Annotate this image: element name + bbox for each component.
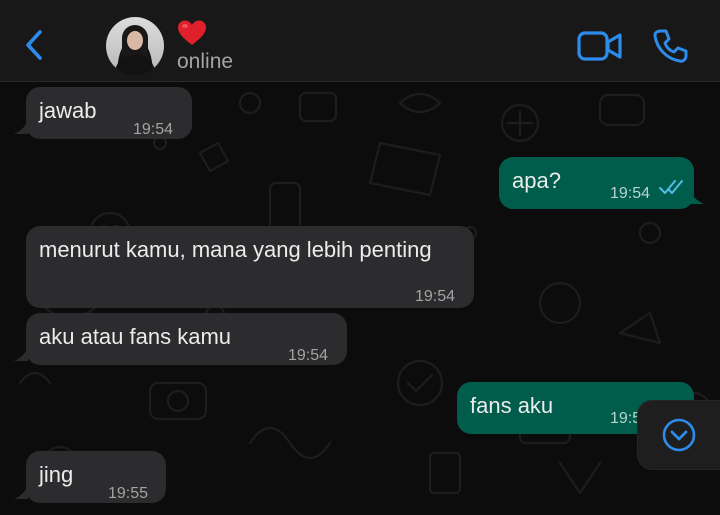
double-check-icon: [659, 180, 683, 194]
message-text: jing: [39, 462, 74, 487]
avatar[interactable]: [106, 17, 164, 75]
contact-status: online: [177, 50, 234, 73]
message-outgoing[interactable]: apa? 19:54: [499, 157, 694, 209]
message-incoming[interactable]: jing 19:55: [26, 451, 166, 503]
message-time: 19:54: [133, 121, 174, 138]
message-text: menurut kamu, mana yang lebih penting: [39, 237, 432, 262]
message-incoming[interactable]: menurut kamu, mana yang lebih penting 19…: [26, 226, 474, 308]
video-camera-icon[interactable]: [577, 30, 623, 62]
chevron-left-icon[interactable]: [22, 28, 46, 62]
message-incoming[interactable]: aku atau fans kamu 19:54: [26, 313, 347, 365]
message-time: 19:5: [610, 410, 642, 427]
message-time: 19:54: [415, 288, 456, 305]
chevron-down-circle-icon: [662, 418, 696, 452]
chat-area[interactable]: jawab 19:54 apa? 19:54 menurut kamu, man…: [0, 83, 720, 515]
heart-icon: [178, 20, 206, 45]
avatar-face: [127, 31, 143, 50]
message-text: fans aku: [470, 393, 554, 418]
message-text: apa?: [512, 168, 561, 193]
message-time: 19:54: [610, 185, 651, 202]
avatar-body: [115, 55, 155, 75]
message-text: aku atau fans kamu: [39, 324, 232, 349]
bubble-tail: [14, 485, 28, 499]
scroll-to-bottom-button[interactable]: [638, 401, 720, 469]
message-time: 19:54: [288, 347, 329, 364]
bubble-tail: [14, 347, 28, 361]
message-incoming[interactable]: jawab 19:54: [26, 87, 192, 139]
bubble-tail: [14, 120, 28, 134]
chat-header: online: [0, 0, 720, 82]
bubble-tail: [690, 190, 704, 204]
message-text: jawab: [39, 98, 97, 123]
phone-icon[interactable]: [652, 28, 688, 64]
message-time: 19:55: [108, 485, 149, 502]
